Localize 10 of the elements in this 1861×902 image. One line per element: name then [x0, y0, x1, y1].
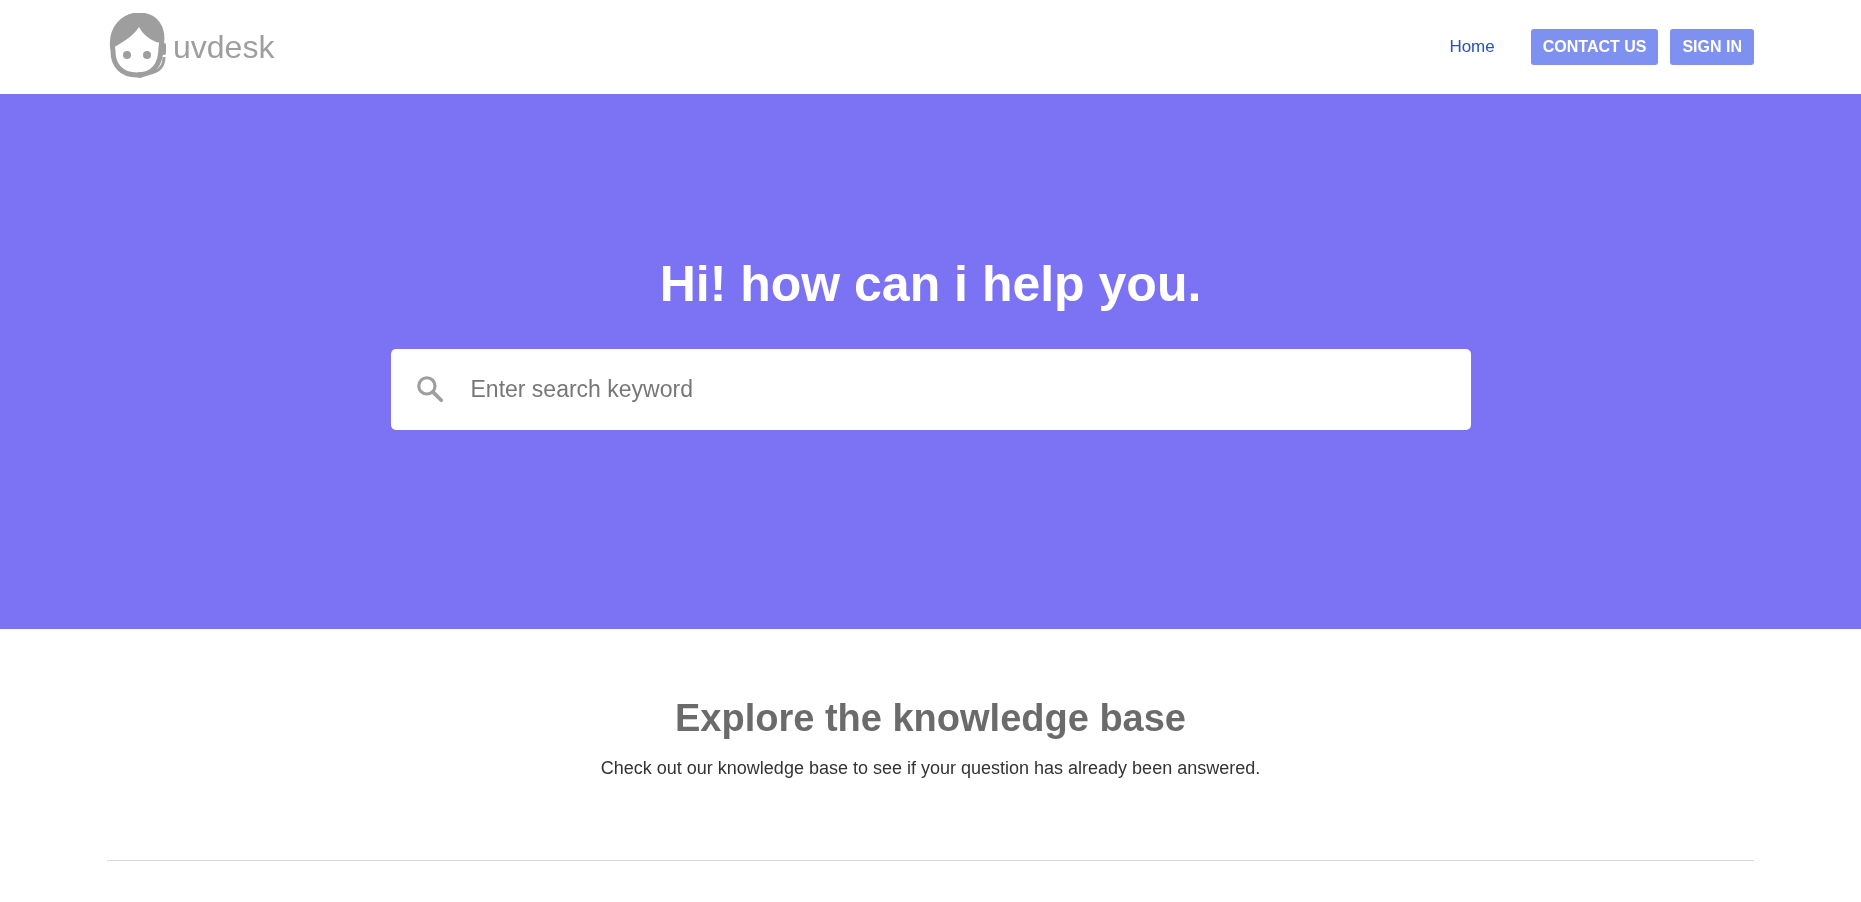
section-title: Explore the knowledge base	[674, 696, 1186, 741]
support-agent-icon	[107, 13, 169, 81]
nav-button[interactable]: CONTACT US	[1530, 29, 1659, 65]
section-subtitle: Check out our knowledge base to see if your question has already been answered.	[600, 756, 1261, 780]
nav-button[interactable]: SIGN IN	[1670, 29, 1754, 65]
search-field[interactable]: Enter search keyword	[390, 349, 1471, 430]
search-icon	[414, 374, 445, 404]
hero-title: Hi! how can i help you.	[659, 259, 1202, 309]
logo-text: uvdesk	[173, 31, 275, 63]
home-link[interactable]: Home	[1449, 34, 1495, 60]
